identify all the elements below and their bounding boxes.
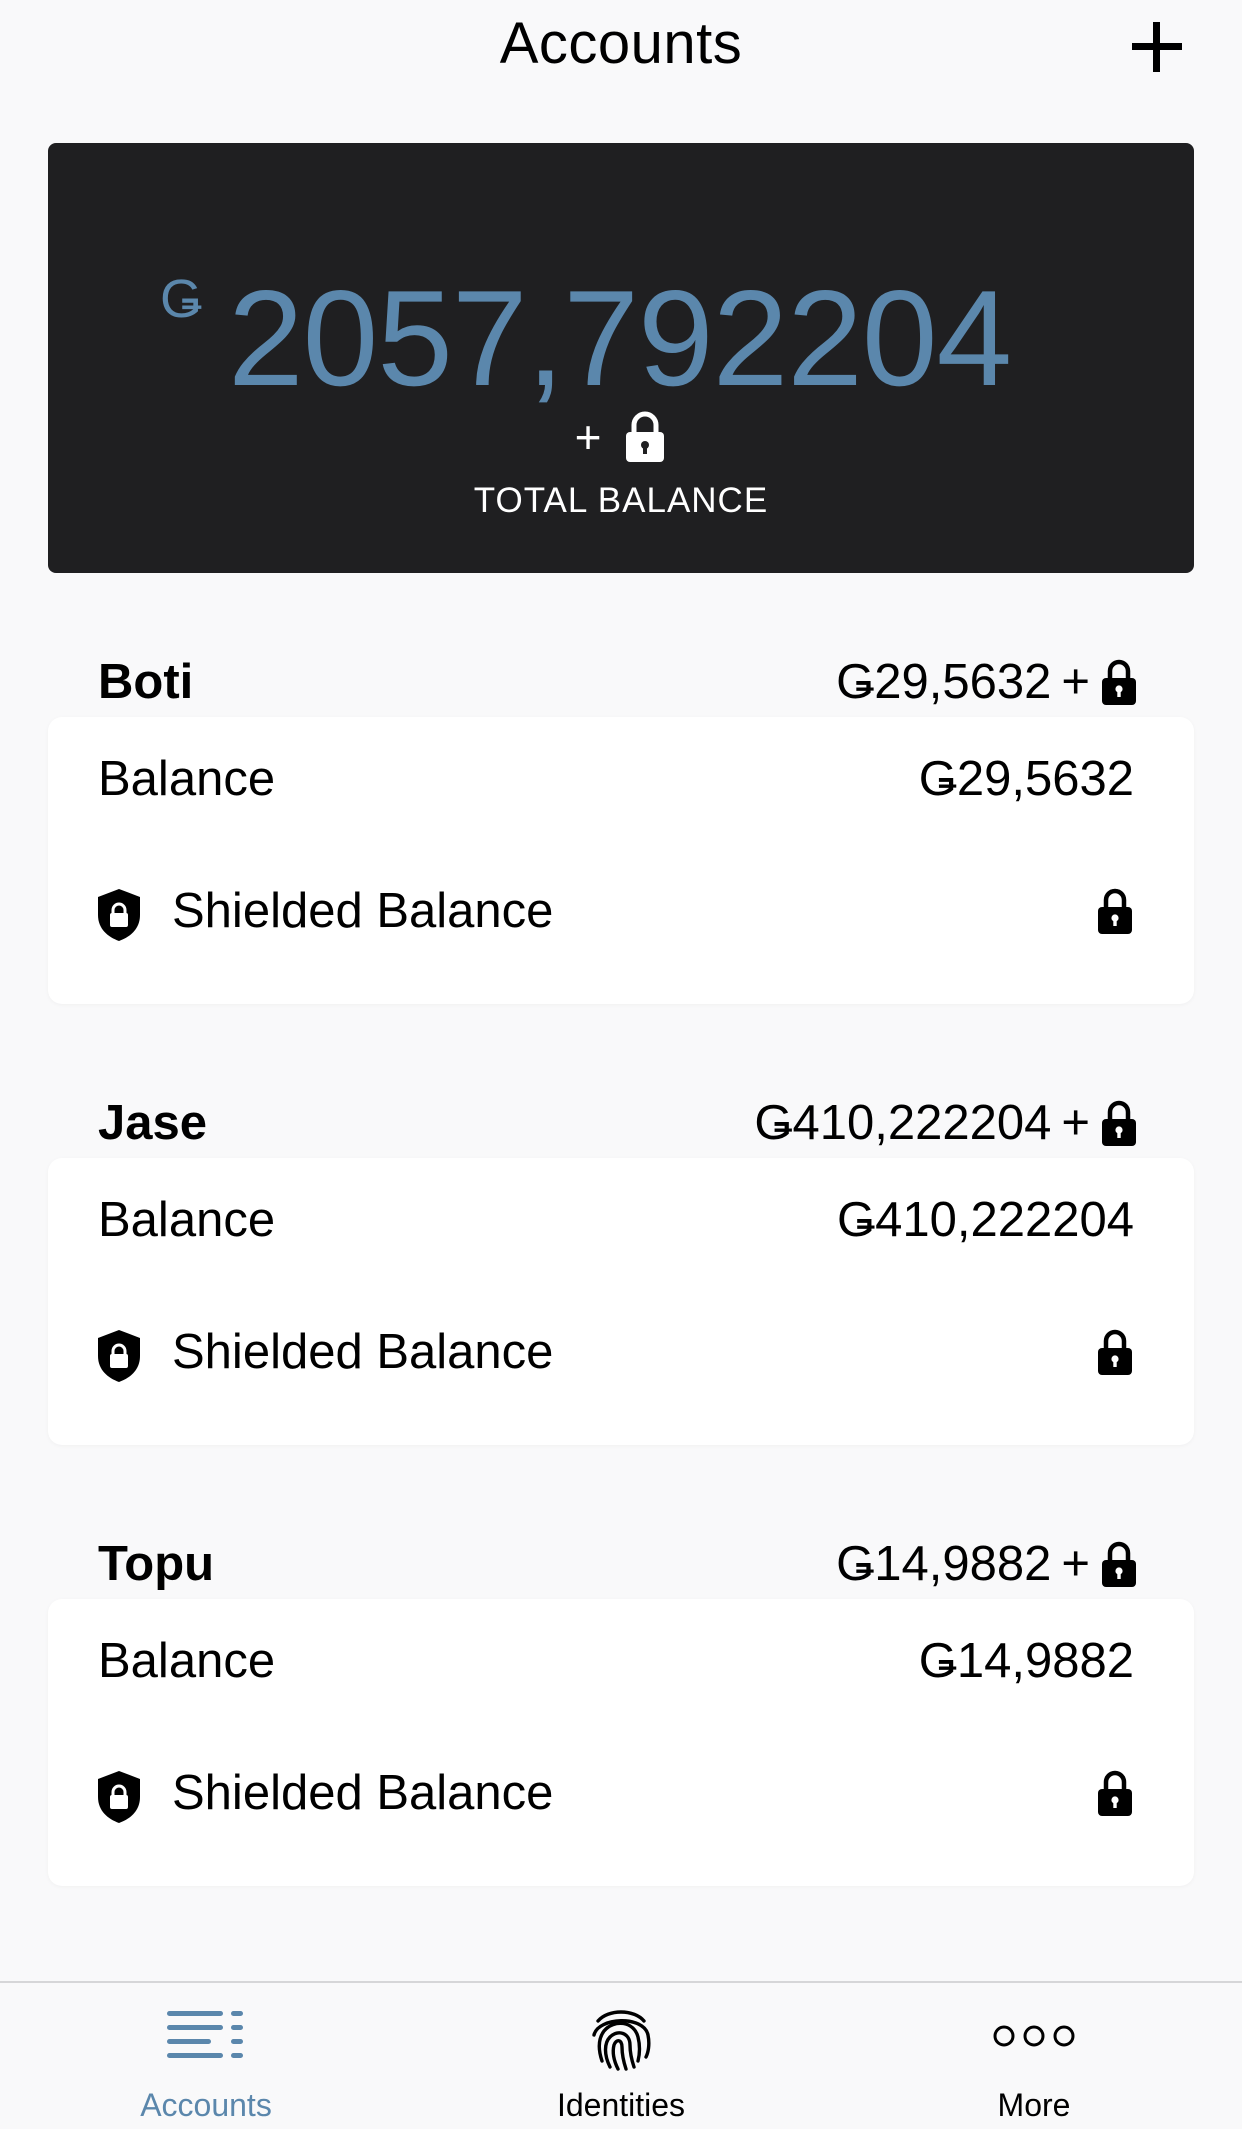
account-header: Boti Ǥ29,5632 + (0, 650, 1242, 710)
bottom-tab-bar: Accounts Identities More (0, 1981, 1242, 2129)
account-name: Topu (98, 1537, 215, 1591)
balance-label: Balance (98, 752, 276, 806)
tab-more[interactable]: More (884, 1983, 1184, 2129)
lock-icon (1100, 658, 1138, 706)
accounts-list-icon (165, 2005, 247, 2070)
balance-label: Balance (98, 1634, 276, 1688)
tab-accounts[interactable]: Accounts (56, 1983, 356, 2129)
shielded-balance-label: Shielded Balance (172, 884, 554, 938)
account-summary: Ǥ14,9882 + (836, 1536, 1138, 1592)
shield-icon (94, 1769, 144, 1825)
account-summary: Ǥ410,222204 + (754, 1095, 1138, 1151)
account-name: Boti (98, 655, 194, 709)
app-root: Accounts Ǥ 2057,792204 + TOTAL BALANCE B… (0, 0, 1242, 2129)
account-section: Boti Ǥ29,5632 + Balance Ǥ29,5632 Shielde… (0, 650, 1242, 1022)
lock-icon (623, 411, 667, 463)
lock-icon (1096, 1769, 1134, 1817)
top-bar: Accounts (0, 0, 1242, 100)
shielded-balance-row: Shielded Balance (48, 849, 1194, 969)
account-summary-plus: + (1061, 655, 1090, 709)
fingerprint-icon (588, 2005, 654, 2078)
account-summary-amount: Ǥ410,222204 (754, 1096, 1052, 1150)
page-title: Accounts (499, 11, 743, 76)
tab-more-label: More (997, 2087, 1071, 2123)
total-balance-label: TOTAL BALANCE (473, 481, 769, 520)
add-account-button[interactable] (1126, 16, 1188, 78)
balance-row: Balance Ǥ14,9882 (48, 1599, 1194, 1719)
total-plus-sign: + (574, 411, 602, 463)
lock-icon (1096, 887, 1134, 935)
shielded-balance-label: Shielded Balance (172, 1766, 554, 1820)
balance-row: Balance Ǥ29,5632 (48, 717, 1194, 837)
balance-value: Ǥ410,222204 (837, 1193, 1134, 1247)
total-balance-card[interactable]: Ǥ 2057,792204 + TOTAL BALANCE (48, 143, 1194, 573)
more-dots-icon (992, 2023, 1076, 2054)
total-balance-amount: 2057,792204 (228, 262, 1012, 414)
balance-row: Balance Ǥ410,222204 (48, 1158, 1194, 1278)
shielded-balance-row: Shielded Balance (48, 1290, 1194, 1410)
account-summary-amount: Ǥ29,5632 (836, 655, 1052, 709)
balance-value: Ǥ14,9882 (918, 1634, 1134, 1688)
balance-label: Balance (98, 1193, 276, 1247)
total-currency-symbol: Ǥ (160, 269, 203, 329)
tab-accounts-label: Accounts (140, 2087, 272, 2123)
lock-icon (1100, 1099, 1138, 1147)
account-summary-plus: + (1061, 1537, 1090, 1591)
plus-icon (1132, 22, 1182, 72)
account-section: Jase Ǥ410,222204 + Balance Ǥ410,222204 S… (0, 1091, 1242, 1463)
shielded-balance-label: Shielded Balance (172, 1325, 554, 1379)
lock-icon (1100, 1540, 1138, 1588)
account-card[interactable]: Balance Ǥ14,9882 Shielded Balance (48, 1599, 1194, 1886)
shield-icon (94, 887, 144, 943)
account-summary: Ǥ29,5632 + (836, 654, 1138, 710)
lock-icon (1096, 1328, 1134, 1376)
account-summary-amount: Ǥ14,9882 (836, 1537, 1052, 1591)
account-summary-plus: + (1061, 1096, 1090, 1150)
tab-identities-label: Identities (556, 2087, 686, 2123)
balance-value: Ǥ29,5632 (918, 752, 1134, 806)
account-card[interactable]: Balance Ǥ410,222204 Shielded Balance (48, 1158, 1194, 1445)
shield-icon (94, 1328, 144, 1384)
total-shielded-indicator: + (48, 409, 1194, 465)
account-name: Jase (98, 1096, 208, 1150)
tab-identities[interactable]: Identities (471, 1983, 771, 2129)
shielded-balance-row: Shielded Balance (48, 1731, 1194, 1851)
account-header: Jase Ǥ410,222204 + (0, 1091, 1242, 1151)
account-section: Topu Ǥ14,9882 + Balance Ǥ14,9882 Shielde… (0, 1532, 1242, 1904)
account-card[interactable]: Balance Ǥ29,5632 Shielded Balance (48, 717, 1194, 1004)
account-header: Topu Ǥ14,9882 + (0, 1532, 1242, 1592)
